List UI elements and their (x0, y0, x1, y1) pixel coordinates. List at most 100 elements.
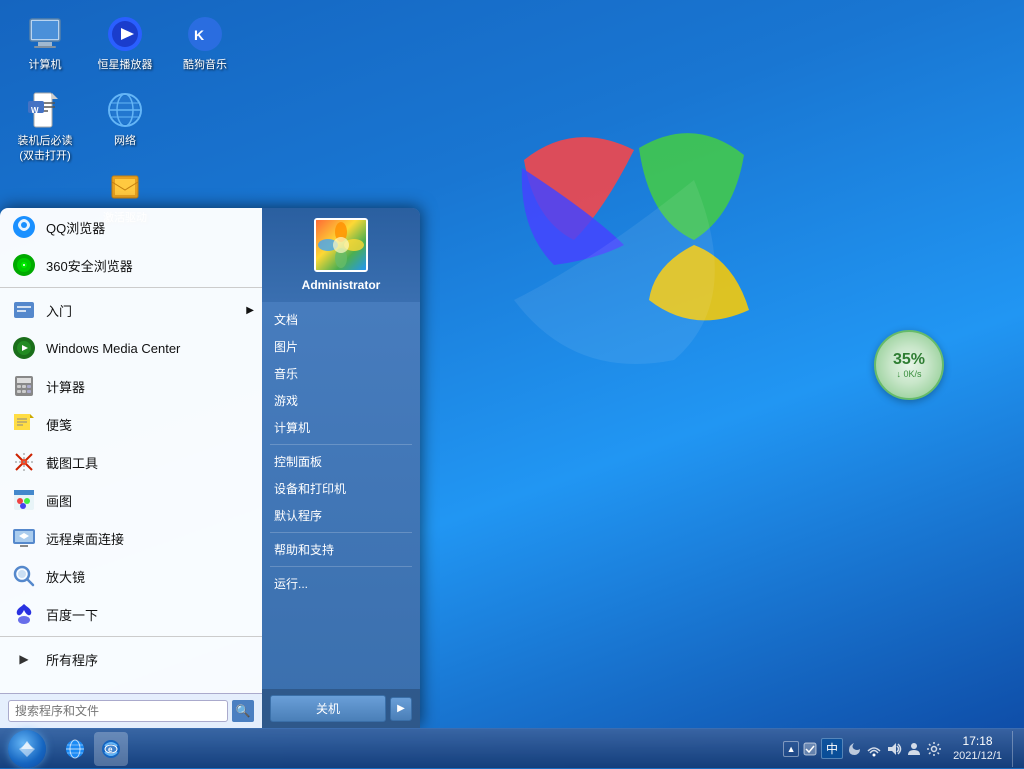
user-avatar[interactable] (314, 218, 368, 272)
right-item-documents[interactable]: 文档 (262, 306, 420, 333)
right-item-control-panel[interactable]: 控制面板 (262, 448, 420, 475)
getting-started-arrow: ▶ (246, 305, 254, 316)
start-item-calculator[interactable]: 计算器 (0, 367, 262, 405)
start-item-magnifier[interactable]: 放大镜 (0, 557, 262, 595)
right-nav-items: 文档 图片 音乐 游戏 计算机 控制面板 设备 (262, 302, 420, 689)
start-search: 🔍 (0, 693, 262, 728)
sniptool-label: 截图工具 (46, 453, 98, 472)
qqmusic-icon: K (185, 14, 225, 54)
install-readme-icon: W (25, 90, 65, 130)
start-item-stickynotes[interactable]: 便笺 (0, 405, 262, 443)
search-button[interactable]: 🔍 (232, 700, 254, 722)
paint-label: 画图 (46, 491, 72, 510)
right-divider-3 (270, 566, 412, 567)
right-item-devices[interactable]: 设备和打印机 (262, 475, 420, 502)
desktop-icon-computer[interactable]: 计算机 (10, 10, 80, 76)
desktop-icon-qqmusic[interactable]: K 酷狗音乐 (170, 10, 240, 76)
search-input[interactable] (8, 700, 228, 722)
start-divider-1 (0, 287, 262, 288)
calculator-label: 计算器 (46, 377, 85, 396)
start-item-getting-started[interactable]: 入门 ▶ (0, 291, 262, 329)
right-item-default-programs[interactable]: 默认程序 (262, 502, 420, 529)
install-readme-label: 装机后必读(双击打开) (14, 134, 76, 163)
start-divider-2 (0, 636, 262, 637)
start-item-paint[interactable]: 画图 (0, 481, 262, 519)
shutdown-section: 关机 ▶ (262, 689, 420, 728)
computer-icon (25, 14, 65, 54)
paint-icon (10, 486, 38, 514)
net-percent: 35% (893, 351, 925, 369)
tray-icon-1[interactable] (801, 740, 819, 758)
getting-started-icon (10, 296, 38, 324)
net-meter: 35% ↓ 0K/s (874, 330, 944, 400)
right-item-pictures[interactable]: 图片 (262, 333, 420, 360)
baidu-icon (10, 600, 38, 628)
desktop-icon-media-player[interactable]: 恒星播放器 (90, 10, 160, 76)
start-menu: QQ浏览器 360安全浏览器 (0, 208, 420, 728)
qqmusic-label: 酷狗音乐 (183, 58, 227, 72)
remote-desktop-label: 远程桌面连接 (46, 529, 124, 548)
start-item-wmc[interactable]: Windows Media Center (0, 329, 262, 367)
lang-indicator[interactable]: 中 (821, 738, 843, 759)
activate-icon (105, 167, 145, 207)
network-icon (105, 90, 145, 130)
start-orb (8, 730, 46, 768)
right-divider-2 (270, 532, 412, 533)
start-item-all-programs[interactable]: ▶ 所有程序 (0, 640, 262, 678)
wmc-icon (10, 334, 38, 362)
right-item-computer[interactable]: 计算机 (262, 414, 420, 441)
360-browser-label: 360安全浏览器 (46, 256, 133, 275)
sticky-notes-icon (10, 410, 38, 438)
getting-started-label: 入门 (46, 301, 72, 320)
remote-desktop-icon (10, 524, 38, 552)
start-item-baidu[interactable]: 百度一下 (0, 595, 262, 633)
user-section: Administrator (262, 208, 420, 302)
clock-time: 17:18 (963, 734, 993, 750)
taskbar: e ▲ 中 (0, 728, 1024, 768)
tray-user-icon[interactable] (905, 740, 923, 758)
tray-icon-moon[interactable] (845, 740, 863, 758)
start-item-remote-desktop[interactable]: 远程桌面连接 (0, 519, 262, 557)
wmc-label: Windows Media Center (46, 341, 180, 356)
tray-expand-arrow[interactable]: ▲ (783, 741, 799, 757)
net-speed: ↓ 0K/s (896, 369, 921, 379)
tray-volume-icon[interactable] (885, 740, 903, 758)
shutdown-options-button[interactable]: ▶ (390, 697, 412, 721)
clock-date: 2021/12/1 (953, 749, 1002, 763)
start-button[interactable] (0, 729, 54, 769)
start-item-360-browser[interactable]: 360安全浏览器 (0, 246, 262, 284)
snip-tool-icon (10, 448, 38, 476)
svg-text:e: e (108, 745, 113, 754)
qq-browser-icon (10, 213, 38, 241)
desktop-icon-install-readme[interactable]: W 装机后必读(双击打开) (10, 86, 80, 167)
svg-text:W: W (31, 106, 39, 115)
windows-logo (494, 100, 774, 380)
computer-icon-label: 计算机 (29, 58, 62, 72)
network-label: 网络 (114, 134, 136, 148)
qq-browser-label: QQ浏览器 (46, 218, 105, 237)
user-name: Administrator (302, 278, 381, 292)
desktop-icons-container: 计算机 W 装机后必读(双击打开) (10, 10, 240, 230)
tray-settings-icon[interactable] (925, 740, 943, 758)
desktop-icon-network[interactable]: 网络 (90, 86, 160, 152)
tray-network-icon[interactable] (865, 740, 883, 758)
system-tray: ▲ 中 (779, 731, 1024, 767)
media-player-icon (105, 14, 145, 54)
magnifier-icon (10, 562, 38, 590)
taskbar-item-ie[interactable]: e (94, 732, 128, 766)
start-item-sniptool[interactable]: 截图工具 (0, 443, 262, 481)
magnifier-label: 放大镜 (46, 567, 85, 586)
taskbar-item-network[interactable] (58, 732, 92, 766)
right-item-run[interactable]: 运行... (262, 570, 420, 597)
start-item-qq-browser[interactable]: QQ浏览器 (0, 208, 262, 246)
shutdown-button[interactable]: 关机 (270, 695, 386, 722)
right-item-music[interactable]: 音乐 (262, 360, 420, 387)
start-menu-right: Administrator 文档 图片 音乐 游戏 计算机 (262, 208, 420, 728)
clock[interactable]: 17:18 2021/12/1 (945, 734, 1010, 764)
right-item-help[interactable]: 帮助和支持 (262, 536, 420, 563)
right-item-games[interactable]: 游戏 (262, 387, 420, 414)
right-divider-1 (270, 444, 412, 445)
all-programs-label: 所有程序 (46, 650, 98, 669)
baidu-label: 百度一下 (46, 605, 98, 624)
show-desktop-button[interactable] (1012, 731, 1020, 767)
